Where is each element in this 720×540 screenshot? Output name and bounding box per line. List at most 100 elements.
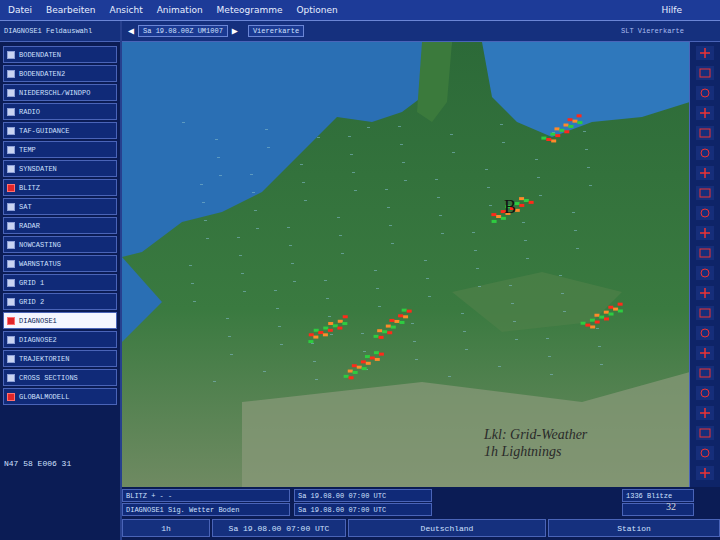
sidebar-item[interactable]: RADIO bbox=[3, 103, 117, 120]
tool-icon[interactable] bbox=[696, 66, 714, 80]
checkbox[interactable] bbox=[7, 51, 15, 59]
tool-icon[interactable] bbox=[696, 86, 714, 100]
sidebar-item[interactable]: CROSS SECTIONS bbox=[3, 369, 117, 386]
tool-icon[interactable] bbox=[696, 266, 714, 280]
station-button[interactable]: Station bbox=[548, 519, 720, 537]
sidebar-item[interactable]: SYNSDATEN bbox=[3, 160, 117, 177]
help-menu[interactable]: Hilfe bbox=[662, 5, 682, 15]
lightning-mark bbox=[492, 220, 497, 223]
lightning-mark bbox=[559, 129, 564, 132]
lightning-mark bbox=[613, 308, 618, 311]
lightning-mark bbox=[344, 375, 349, 378]
weather-map[interactable]: B Lkl: Grid-Weather1h Lightnings bbox=[122, 42, 689, 487]
menu-item[interactable]: Ansicht bbox=[109, 5, 142, 15]
tool-icon[interactable] bbox=[696, 346, 714, 360]
checkbox[interactable] bbox=[7, 279, 15, 287]
tool-icon[interactable] bbox=[696, 126, 714, 140]
menu-item[interactable]: Optionen bbox=[296, 5, 337, 15]
lightning-mark bbox=[386, 325, 391, 328]
sidebar-item[interactable]: WARNSTATUS bbox=[3, 255, 117, 272]
checkbox[interactable] bbox=[7, 374, 15, 382]
menu-item[interactable]: Animation bbox=[157, 5, 203, 15]
checkbox[interactable] bbox=[7, 146, 15, 154]
checkbox[interactable] bbox=[7, 203, 15, 211]
sidebar-item[interactable]: RADAR bbox=[3, 217, 117, 234]
tool-icon[interactable] bbox=[696, 46, 714, 60]
checkbox[interactable] bbox=[7, 317, 15, 325]
lightning-mark bbox=[348, 370, 353, 373]
land bbox=[122, 42, 689, 487]
lightning-mark bbox=[362, 367, 367, 370]
checkbox[interactable] bbox=[7, 336, 15, 344]
lightning-mark bbox=[352, 364, 357, 367]
sidebar-item[interactable]: BODENDATEN2 bbox=[3, 65, 117, 82]
checkbox[interactable] bbox=[7, 393, 15, 401]
tool-icon[interactable] bbox=[696, 426, 714, 440]
menu-item[interactable]: Meteogramme bbox=[217, 5, 283, 15]
tool-icon[interactable] bbox=[696, 166, 714, 180]
checkbox[interactable] bbox=[7, 298, 15, 306]
tool-icon[interactable] bbox=[696, 406, 714, 420]
tool-icon[interactable] bbox=[696, 286, 714, 300]
checkbox[interactable] bbox=[7, 222, 15, 230]
tool-icon[interactable] bbox=[696, 226, 714, 240]
tool-icon[interactable] bbox=[696, 446, 714, 460]
checkbox[interactable] bbox=[7, 260, 15, 268]
lightning-mark bbox=[519, 204, 524, 207]
tool-icon[interactable] bbox=[696, 106, 714, 120]
lightning-mark bbox=[519, 197, 524, 200]
lightning-mark bbox=[379, 353, 384, 356]
region-button[interactable]: Deutschland bbox=[348, 519, 546, 537]
tool-icon[interactable] bbox=[696, 186, 714, 200]
sidebar-item[interactable]: DIAGNOSE2 bbox=[3, 331, 117, 348]
lightning-mark bbox=[398, 314, 403, 317]
lightning-mark bbox=[546, 138, 551, 141]
lightning-mark bbox=[387, 331, 392, 334]
step-button[interactable]: 1h bbox=[122, 519, 210, 537]
tool-icon[interactable] bbox=[696, 206, 714, 220]
field-select[interactable]: DIAGNOSE1 Feldauswahl bbox=[0, 21, 120, 42]
checkbox[interactable] bbox=[7, 108, 15, 116]
checkbox[interactable] bbox=[7, 127, 15, 135]
sidebar-item[interactable]: GLOBALMODELL bbox=[3, 388, 117, 405]
sidebar-item[interactable]: TAF-GUIDANCE bbox=[3, 122, 117, 139]
sidebar-item[interactable]: NOWCASTING bbox=[3, 236, 117, 253]
sidebar-item[interactable]: GRID 2 bbox=[3, 293, 117, 310]
checkbox[interactable] bbox=[7, 355, 15, 363]
tool-icon[interactable] bbox=[696, 306, 714, 320]
sidebar-item[interactable]: DIAGNOSE1 bbox=[3, 312, 117, 329]
lightning-mark bbox=[394, 320, 399, 323]
lightning-mark bbox=[563, 124, 568, 127]
slide-caption: Lkl: Grid-Weather1h Lightnings bbox=[484, 427, 587, 461]
view-select[interactable]: Viererkarte bbox=[248, 25, 304, 37]
tool-icon[interactable] bbox=[696, 146, 714, 160]
tool-icon[interactable] bbox=[696, 466, 714, 480]
lightning-mark bbox=[353, 371, 358, 374]
tool-icon[interactable] bbox=[696, 366, 714, 380]
lightning-mark bbox=[343, 315, 348, 318]
checkbox[interactable] bbox=[7, 241, 15, 249]
checkbox[interactable] bbox=[7, 165, 15, 173]
checkbox[interactable] bbox=[7, 70, 15, 78]
prev-button[interactable]: ◀ bbox=[128, 25, 134, 37]
sidebar-item[interactable]: BODENDATEN bbox=[3, 46, 117, 63]
channel bbox=[122, 257, 162, 342]
sidebar-item[interactable]: BLITZ bbox=[3, 179, 117, 196]
menu-item[interactable]: Bearbeiten bbox=[46, 5, 95, 15]
sidebar-item[interactable]: GRID 1 bbox=[3, 274, 117, 291]
sidebar-item[interactable]: SAT bbox=[3, 198, 117, 215]
tool-icon[interactable] bbox=[696, 246, 714, 260]
checkbox[interactable] bbox=[7, 89, 15, 97]
sidebar-item[interactable]: NIEDERSCHL/WINDPO bbox=[3, 84, 117, 101]
next-button[interactable]: ▶ bbox=[232, 25, 238, 37]
menu-item[interactable]: Datei bbox=[8, 5, 32, 15]
lightning-mark bbox=[608, 306, 613, 309]
tool-icon[interactable] bbox=[696, 386, 714, 400]
lightning-mark bbox=[604, 311, 609, 314]
tool-icon[interactable] bbox=[696, 326, 714, 340]
lightning-mark bbox=[349, 376, 354, 379]
time-field[interactable]: Sa 19.08.00Z UM1007 bbox=[138, 25, 228, 37]
sidebar-item[interactable]: TRAJEKTORIEN bbox=[3, 350, 117, 367]
sidebar-item[interactable]: TEMP bbox=[3, 141, 117, 158]
checkbox[interactable] bbox=[7, 184, 15, 192]
